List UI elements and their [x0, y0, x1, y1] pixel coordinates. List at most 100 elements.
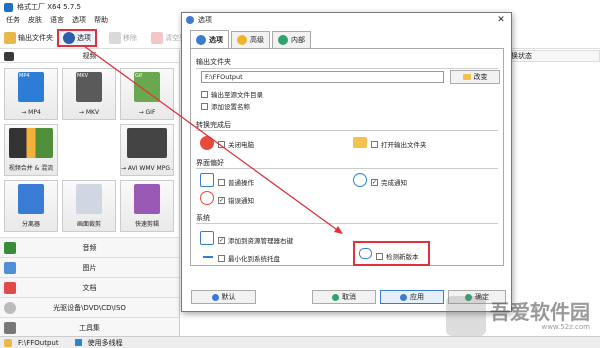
minimize-tray-label: 最小化到系统托盘: [228, 255, 280, 263]
normal-op-row[interactable]: 普通操作: [218, 177, 254, 187]
output-to-source-label: 输出至源文件目录: [211, 91, 263, 99]
normal-op-label: 普通操作: [228, 179, 254, 187]
output-folder-button[interactable]: 输出文件夹: [0, 29, 57, 47]
tile-quick-clip-label: 快速剪辑: [134, 221, 159, 228]
category-audio[interactable]: 音频: [0, 237, 179, 257]
section-output-title: 输出文件夹: [196, 58, 231, 66]
advanced-gear-icon: [237, 35, 247, 45]
default-label: 默认: [221, 293, 236, 301]
remove-button[interactable]: 移除: [105, 29, 141, 47]
tools-icon: [4, 322, 16, 334]
mkv-icon: MKV: [76, 72, 102, 102]
check-update-label: 检测新版本: [386, 253, 419, 261]
normal-op-checkbox[interactable]: [218, 178, 225, 186]
shutdown-x-icon: [200, 136, 214, 150]
dialog-gear-icon: [186, 16, 194, 24]
close-icon[interactable]: ✕: [491, 13, 511, 27]
watermark-brand: 吾爱软件园: [490, 300, 590, 324]
output-to-source-checkbox[interactable]: [201, 90, 208, 98]
check-update-row[interactable]: 检测新版本: [376, 251, 419, 261]
divider: [196, 168, 498, 169]
menu-task[interactable]: 任务: [6, 15, 20, 25]
multithread-checkbox[interactable]: [74, 339, 82, 346]
tab-options-label: 选项: [209, 35, 223, 44]
tile-gif[interactable]: Gif → GIF: [120, 68, 174, 120]
menu-help[interactable]: 帮助: [94, 15, 108, 25]
add-name-checkbox[interactable]: [201, 102, 208, 110]
finish-notify-row[interactable]: ✓ 完成通知: [371, 177, 407, 187]
gear-icon: [196, 34, 206, 45]
shutdown-checkbox[interactable]: [218, 140, 225, 148]
default-button[interactable]: 默认: [191, 290, 256, 304]
tile-mkv[interactable]: MKV → MKV: [62, 68, 116, 120]
divider: [196, 223, 498, 224]
output-to-source-row[interactable]: 输出至源文件目录: [201, 89, 263, 99]
minimize-tray-row[interactable]: 最小化到系统托盘: [218, 253, 280, 263]
menu-skin[interactable]: 皮肤: [28, 15, 42, 25]
tile-crop[interactable]: 画面裁剪: [62, 180, 116, 232]
tile-blank[interactable]: [62, 124, 116, 176]
category-image[interactable]: 图片: [0, 257, 179, 277]
options-button[interactable]: 选项: [57, 28, 97, 47]
mp4-icon: MP4: [18, 72, 44, 102]
add-name-row[interactable]: 添加设置名称: [201, 101, 250, 111]
apply-button[interactable]: 应用: [380, 290, 444, 304]
category-video[interactable]: 视频: [0, 50, 179, 63]
tab-internal[interactable]: 内部: [272, 31, 311, 48]
category-rom[interactable]: 光驱设备\DVD\CD\ISO: [0, 297, 179, 317]
column-header-status[interactable]: 转换状态: [499, 50, 600, 62]
finish-notify-checkbox[interactable]: ✓: [371, 178, 378, 186]
change-folder-button[interactable]: 改变: [450, 70, 500, 84]
shutdown-row[interactable]: 关闭电脑: [218, 139, 254, 149]
error-notify-checkbox[interactable]: ✓: [218, 196, 225, 204]
app-title: 格式工厂 X64 5.7.5: [17, 3, 81, 11]
tab-options[interactable]: 选项: [190, 30, 229, 48]
status-folder-icon: [4, 338, 12, 347]
category-document-label: 文档: [82, 283, 97, 292]
watermark-url: www.52z.com: [541, 323, 590, 331]
tile-mp4[interactable]: MP4 → MP4: [4, 68, 58, 120]
tile-avi-wmv[interactable]: → AVI WMV MPG ...: [120, 124, 174, 176]
section-after-title: 转换完成后: [196, 121, 231, 129]
dialog-title: 选项: [198, 16, 212, 24]
category-rom-label: 光驱设备\DVD\CD\ISO: [53, 303, 126, 312]
error-notify-row[interactable]: ✓ 错误通知: [218, 195, 254, 205]
internal-gear-icon: [278, 35, 288, 45]
crop-scissors-icon: [76, 184, 102, 214]
category-document[interactable]: 文档: [0, 277, 179, 297]
context-menu-row[interactable]: ✓ 添加到资源管理器右键: [218, 235, 293, 245]
menu-language[interactable]: 语言: [50, 15, 64, 25]
tab-advanced[interactable]: 高级: [231, 31, 270, 48]
open-folder-checkbox[interactable]: [371, 140, 378, 148]
disc-icon: [4, 302, 16, 314]
options-label: 选项: [77, 33, 91, 42]
divider: [196, 130, 498, 131]
info-icon: [200, 191, 214, 205]
category-image-label: 图片: [82, 263, 97, 272]
open-folder-row[interactable]: 打开输出文件夹: [371, 139, 427, 149]
gif-badge: Gif: [135, 73, 143, 79]
category-audio-label: 音频: [82, 243, 97, 252]
tile-video-join[interactable]: 视频合并 & 混流: [4, 124, 58, 176]
shutdown-label: 关闭电脑: [228, 141, 254, 149]
category-tools[interactable]: 工具集: [0, 317, 179, 337]
remove-icon: [109, 31, 121, 44]
tab-internal-label: 内部: [291, 36, 305, 44]
tile-mp4-label: → MP4: [21, 109, 41, 116]
list-icon: [200, 231, 214, 245]
tile-quick-clip[interactable]: 快速剪辑: [120, 180, 174, 232]
context-menu-checkbox[interactable]: ✓: [218, 236, 225, 244]
error-notify-label: 错误通知: [228, 197, 254, 205]
options-panel: 输出文件夹 F:\FFOutput 改变 输出至源文件目录 添加设置名称 转换完…: [190, 48, 504, 266]
output-path-field[interactable]: F:\FFOutput: [201, 71, 444, 83]
tile-mkv-label: → MKV: [78, 109, 100, 116]
minimize-tray-checkbox[interactable]: [218, 254, 225, 262]
cancel-button[interactable]: 取消: [312, 290, 376, 304]
menu-options[interactable]: 选项: [72, 15, 86, 25]
default-icon: [211, 293, 219, 301]
image-icon: [4, 262, 16, 274]
section-interface-title: 界面偏好: [196, 159, 224, 167]
watermark: 吾爱软件园 www.52z.com: [446, 296, 590, 336]
tile-splitter[interactable]: 分离器: [4, 180, 58, 232]
check-update-checkbox[interactable]: [376, 252, 383, 260]
